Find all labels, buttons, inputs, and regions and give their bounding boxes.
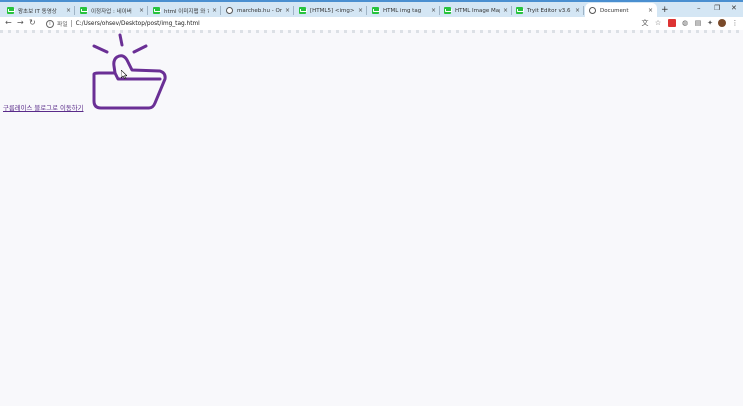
tab-4[interactable]: marcheb.hu - Onli × bbox=[222, 3, 294, 18]
back-button[interactable]: ← bbox=[5, 18, 12, 27]
globe-icon bbox=[589, 7, 596, 14]
translate-icon[interactable]: 文 bbox=[641, 19, 649, 27]
tab-label: HTML img tag bbox=[383, 7, 422, 14]
green-blog-icon bbox=[444, 7, 452, 14]
close-tab-icon[interactable]: × bbox=[648, 7, 653, 14]
tab-label: 왕초보 IT 동영상 bbox=[18, 8, 57, 15]
blog-link[interactable]: 구름레이스 블로그로 이동하기 bbox=[3, 103, 84, 112]
green-blog-icon bbox=[372, 7, 380, 14]
tab-5[interactable]: [HTML5] <img> ? × bbox=[295, 3, 367, 18]
close-tab-icon[interactable]: × bbox=[66, 7, 71, 14]
mouse-cursor-icon bbox=[121, 70, 127, 79]
extensions-puzzle-icon[interactable]: ✦ bbox=[706, 19, 714, 27]
forward-button[interactable]: → bbox=[17, 18, 24, 27]
tab-label: Tryit Editor v3.6 bbox=[527, 7, 571, 14]
globe-icon bbox=[226, 7, 233, 14]
address-divider bbox=[70, 20, 72, 27]
tab-separator bbox=[220, 6, 221, 15]
green-blog-icon bbox=[80, 7, 88, 14]
address-url[interactable]: C:/Users/ohsev/Desktop/post/img_tag.html bbox=[76, 21, 200, 27]
tab-separator bbox=[583, 6, 584, 15]
tab-8[interactable]: Tryit Editor v3.6 × bbox=[512, 3, 584, 18]
close-window-icon[interactable]: ✕ bbox=[731, 4, 737, 12]
browser-toolbar: ← → ↻ i 파일 C:/Users/ohsev/Desktop/post/i… bbox=[0, 17, 743, 30]
tab-6[interactable]: HTML img tag × bbox=[368, 3, 440, 18]
close-tab-icon[interactable]: × bbox=[139, 7, 144, 14]
tab-9[interactable]: Document × bbox=[585, 3, 657, 18]
green-blog-icon bbox=[299, 7, 307, 14]
tab-label: marcheb.hu - Onli bbox=[237, 7, 282, 14]
bookmark-star-icon[interactable]: ☆ bbox=[654, 19, 662, 27]
tab-separator bbox=[147, 6, 148, 15]
tab-1[interactable]: 왕초보 IT 동영상 × bbox=[3, 3, 75, 18]
reload-button[interactable]: ↻ bbox=[29, 18, 36, 27]
tab-label: 이정자업 : 네이버 bbox=[91, 8, 132, 15]
new-tab-button[interactable]: + bbox=[661, 5, 669, 15]
extension-icon[interactable] bbox=[668, 19, 676, 27]
thumbs-up-icon[interactable] bbox=[88, 33, 170, 111]
tab-label: [HTML5] <img> ? bbox=[310, 7, 355, 14]
close-tab-icon[interactable]: × bbox=[431, 7, 436, 14]
extension-icon[interactable]: ◍ bbox=[681, 19, 689, 27]
minimize-icon[interactable]: – bbox=[697, 4, 701, 12]
tab-label: html 이미지맵 와 ? bbox=[164, 8, 209, 15]
menu-kebab-icon[interactable]: ⋮ bbox=[731, 19, 739, 27]
profile-avatar[interactable] bbox=[718, 19, 726, 27]
tab-strip: 왕초보 IT 동영상 × 이정자업 : 네이버 × html 이미지맵 와 ? × marc… bbox=[0, 0, 743, 18]
restore-icon[interactable]: ❐ bbox=[714, 4, 720, 12]
reading-list-icon[interactable]: ▤ bbox=[694, 19, 702, 27]
tab-label: HTML Image Maps bbox=[455, 7, 500, 14]
tab-2[interactable]: 이정자업 : 네이버 × bbox=[76, 3, 148, 18]
close-tab-icon[interactable]: × bbox=[575, 7, 580, 14]
tab-7[interactable]: HTML Image Maps× bbox=[440, 3, 512, 18]
tab-3[interactable]: html 이미지맵 와 ? × bbox=[149, 3, 221, 18]
tab-separator bbox=[366, 6, 367, 15]
address-scheme-label: 파일 bbox=[57, 22, 68, 28]
close-tab-icon[interactable]: × bbox=[358, 7, 363, 14]
address-bar[interactable]: i 파일 C:/Users/ohsev/Desktop/post/img_tag… bbox=[41, 18, 633, 29]
green-blog-icon bbox=[516, 7, 524, 14]
green-blog-icon bbox=[153, 7, 161, 14]
close-tab-icon[interactable]: × bbox=[285, 7, 290, 14]
green-blog-icon bbox=[7, 7, 15, 14]
info-icon[interactable]: i bbox=[46, 19, 54, 28]
tab-separator bbox=[293, 6, 294, 15]
close-tab-icon[interactable]: × bbox=[212, 7, 217, 14]
tab-separator bbox=[74, 6, 75, 15]
close-tab-icon[interactable]: × bbox=[503, 7, 508, 14]
tab-label: Document bbox=[600, 7, 629, 14]
